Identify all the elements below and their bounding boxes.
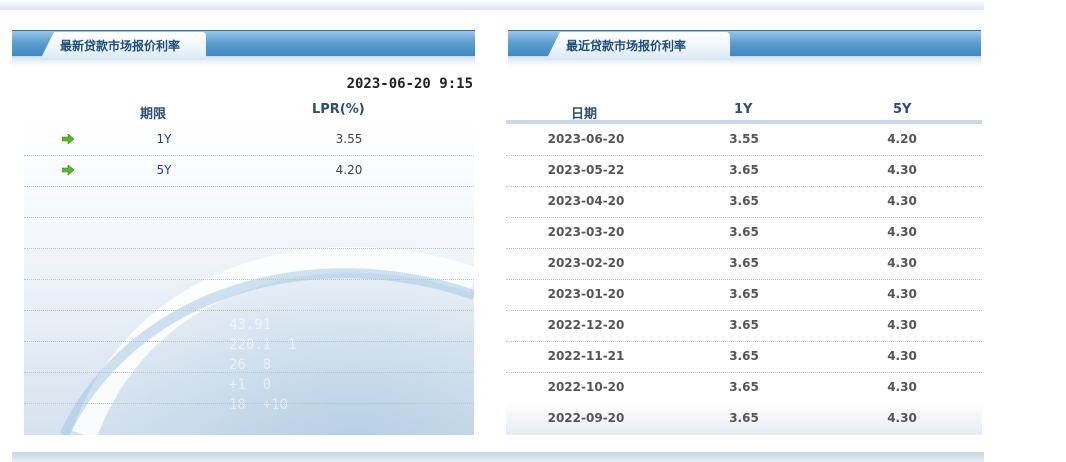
lpr-row: 5Y 4.20: [24, 155, 474, 187]
history-row: 2022-10-20 3.65 4.30: [506, 372, 982, 404]
empty-row: [24, 310, 474, 342]
term-link[interactable]: 5Y: [134, 163, 194, 177]
column-header-5y: 5Y: [893, 102, 912, 117]
history-row: 2022-11-21 3.65 4.30: [506, 341, 982, 373]
history-row: 2023-03-20 3.65 4.30: [506, 217, 982, 249]
history-1y: 3.65: [729, 380, 759, 394]
history-5y: 4.30: [887, 380, 917, 394]
quote-datetime: 2023-06-20 9:15: [346, 76, 473, 92]
history-5y: 4.30: [887, 163, 917, 177]
history-row: 2022-09-20 3.65 4.30: [506, 403, 982, 435]
history-row: 2023-02-20 3.65 4.30: [506, 248, 982, 280]
history-1y: 3.65: [729, 318, 759, 332]
history-row: 2023-04-20 3.65 4.30: [506, 186, 982, 218]
term-link[interactable]: 1Y: [134, 132, 194, 146]
column-header-1y: 1Y: [734, 102, 753, 117]
green-arrow-icon: [62, 134, 74, 144]
history-date: 2022-12-20: [547, 318, 625, 332]
history-date: 2023-06-20: [547, 132, 625, 146]
history-5y: 4.30: [887, 225, 917, 239]
history-5y: 4.20: [887, 132, 917, 146]
bottom-strip: [12, 452, 984, 462]
empty-row: [24, 372, 474, 404]
history-5y: 4.30: [887, 349, 917, 363]
history-1y: 3.65: [729, 225, 759, 239]
lpr-value: 3.55: [335, 132, 363, 146]
lpr-value: 4.20: [335, 163, 363, 177]
history-1y: 3.65: [729, 256, 759, 270]
history-date: 2022-10-20: [547, 380, 625, 394]
history-row: 2023-06-20 3.55 4.20: [506, 124, 982, 156]
history-row: 2023-01-20 3.65 4.30: [506, 279, 982, 311]
history-row: 2022-12-20 3.65 4.30: [506, 310, 982, 342]
history-5y: 4.30: [887, 194, 917, 208]
history-date: 2022-11-21: [547, 349, 625, 363]
history-date: 2023-01-20: [547, 287, 625, 301]
history-date: 2023-02-20: [547, 256, 625, 270]
latest-panel-title: 最新贷款市场报价利率: [40, 32, 206, 60]
history-date: 2022-09-20: [547, 411, 625, 425]
recent-panel-header: 最近贷款市场报价利率: [508, 30, 981, 66]
history-row: 2023-05-22 3.65 4.30: [506, 155, 982, 187]
history-5y: 4.30: [887, 256, 917, 270]
history-1y: 3.65: [729, 349, 759, 363]
column-header-lpr: LPR(%): [312, 102, 365, 117]
history-date: 2023-03-20: [547, 225, 625, 239]
history-5y: 4.30: [887, 287, 917, 301]
green-arrow-icon: [62, 165, 74, 175]
history-date: 2023-05-22: [547, 163, 625, 177]
history-1y: 3.65: [729, 163, 759, 177]
history-1y: 3.65: [729, 411, 759, 425]
top-strip: [0, 0, 984, 10]
lpr-row: 1Y 3.55: [24, 124, 474, 156]
empty-row: [24, 279, 474, 311]
empty-row: [24, 217, 474, 249]
history-1y: 3.65: [729, 287, 759, 301]
recent-panel-title: 最近贷款市场报价利率: [546, 32, 730, 60]
history-5y: 4.30: [887, 318, 917, 332]
history-5y: 4.30: [887, 411, 917, 425]
empty-row: [24, 248, 474, 280]
empty-row: [24, 341, 474, 373]
history-1y: 3.55: [729, 132, 759, 146]
history-date: 2023-04-20: [547, 194, 625, 208]
empty-row: [24, 186, 474, 218]
latest-panel-header: 最新贷款市场报价利率: [12, 30, 475, 66]
history-1y: 3.65: [729, 194, 759, 208]
